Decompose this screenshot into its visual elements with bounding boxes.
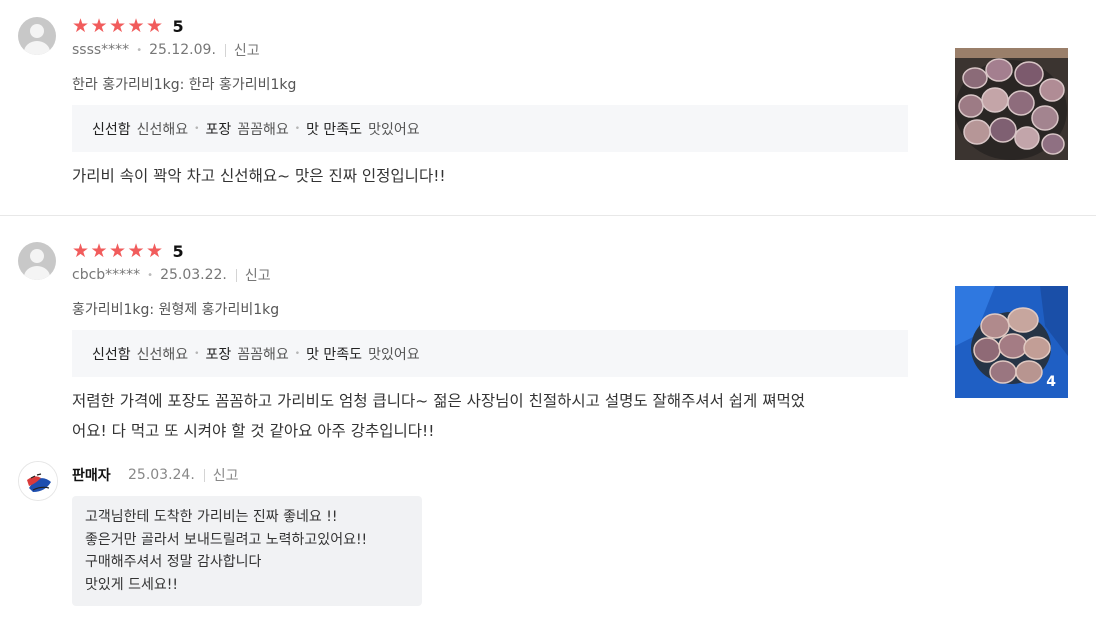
reviewer-name: ssss**** [72,42,130,58]
reply-line: 구매해주셔서 정말 감사합니다 [85,554,262,570]
survey-bullet: • [294,123,301,134]
survey-value: 신선해요 [136,121,189,138]
star-icon: ★ [146,15,164,37]
rating-score: 5 [172,16,184,36]
review-item: ★ ★ ★ ★ ★ 5 cbcb***** • 25.03.22. 신고 홍가리… [0,217,1096,626]
seller-logo-icon [18,461,58,501]
review-content: 가리비 속이 꽉악 차고 신선해요~ 맛은 진짜 인정입니다!! [72,161,902,191]
survey-key: 신선함 [92,121,131,138]
scallop-photo [955,48,1068,160]
report-button[interactable]: 신고 [245,265,271,285]
survey-bullet: • [194,348,200,359]
photo-count-badge: 4 [1046,374,1056,390]
survey-summary: 신선함 신선해요 • 포장 꼼꼼해요 • 맛 만족도 맛있어요 [72,105,908,152]
review-content: 저렴한 가격에 포장도 꼼꼼하고 가리비도 엄청 큽니다~ 젊은 사장님이 친절… [72,386,902,446]
survey-key: 맛 만족도 [306,121,363,138]
survey-value: 맛있어요 [368,121,420,138]
survey-value: 신선해요 [136,346,189,363]
reply-line: 고객님한테 도착한 가리비는 진짜 좋네요 !! [85,509,338,525]
purchase-option: 홍가리비1kg: 원형제 홍가리비1kg [72,302,280,318]
reply-date: 25.03.24. [128,467,195,483]
purchase-option: 한라 홍가리비1kg: 한라 홍가리비1kg [72,77,297,93]
review-content-line: 어요! 다 먹고 또 시켜야 할 것 같아요 아주 강추입니다!! [72,422,435,440]
reviewer-name: cbcb***** [72,267,141,283]
meta-dot: • [136,44,143,56]
seller-logo-graphic [19,462,57,500]
survey-key: 맛 만족도 [306,346,363,363]
survey-value: 꼼꼼해요 [237,346,289,363]
survey-summary: 신선함 신선해요 • 포장 꼼꼼해요 • 맛 만족도 맛있어요 [72,330,908,377]
star-icon: ★ [90,15,108,37]
reply-line: 좋은거만 골라서 보내드릴려고 노력하고있어요!! [85,531,368,548]
star-icon: ★ [90,240,108,262]
review-content-line: 저렴한 가격에 포장도 꼼꼼하고 가리비도 엄청 큽니다~ 젊은 사장님이 친절… [72,392,806,410]
star-icon: ★ [127,15,145,37]
reply-line: 맛있게 드세요!! [85,576,178,593]
survey-bullet: • [294,348,301,359]
star-icon: ★ [109,15,127,37]
meta-divider [203,468,205,482]
star-rating: ★ ★ ★ ★ ★ 5 [72,241,184,261]
star-icon: ★ [109,240,127,262]
star-icon: ★ [72,240,90,262]
review-item: ★ ★ ★ ★ ★ 5 ssss**** • 25.12.09. 신고 한라 홍… [0,0,1096,216]
review-meta: cbcb***** • 25.03.22. 신고 [72,266,271,284]
rating-score: 5 [172,241,184,261]
report-button[interactable]: 신고 [234,40,260,60]
star-rating: ★ ★ ★ ★ ★ 5 [72,16,184,36]
meta-dot: • [147,269,154,281]
report-button[interactable]: 신고 [213,465,239,485]
survey-key: 포장 [205,121,232,138]
star-icon: ★ [146,240,164,262]
star-icon: ★ [127,240,145,262]
survey-bullet: • [194,123,200,134]
survey-value: 맛있어요 [368,346,420,363]
user-avatar-icon [18,242,56,280]
seller-reply-meta: 25.03.24. 신고 [128,466,239,484]
review-date: 25.12.09. [149,42,216,58]
seller-reply-bubble: 고객님한테 도착한 가리비는 진짜 좋네요 !! 좋은거만 골라서 보내드릴려고… [72,496,422,606]
review-date: 25.03.22. [160,267,227,283]
star-icon: ★ [72,15,90,37]
review-photo-thumbnail[interactable] [955,48,1068,160]
meta-divider [235,268,237,282]
survey-value: 꼼꼼해요 [237,121,289,138]
seller-name: 판매자 [72,468,111,484]
survey-key: 포장 [205,346,232,363]
review-photo-thumbnail[interactable]: 4 [955,286,1068,398]
survey-key: 신선함 [92,346,131,363]
meta-divider [224,43,226,57]
user-avatar-icon [18,17,56,55]
review-content-line: 가리비 속이 꽉악 차고 신선해요~ 맛은 진짜 인정입니다!! [72,167,446,185]
review-meta: ssss**** • 25.12.09. 신고 [72,41,260,59]
